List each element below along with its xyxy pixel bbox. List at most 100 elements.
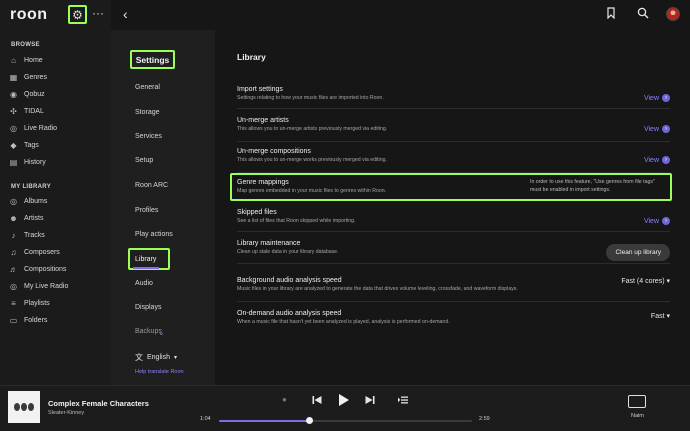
my-library-header: MY LIBRARY — [11, 184, 52, 190]
settings-row-genre-mappings: Genre mappings Map genres embedded in yo… — [237, 179, 670, 202]
previous-track-icon[interactable] — [312, 395, 322, 405]
sidebar-item-playlists[interactable]: ≡ Playlists — [9, 297, 50, 309]
background-analysis-speed-select[interactable]: Fast (4 cores) ▾ — [621, 277, 670, 285]
browse-header: BROWSE — [11, 42, 40, 48]
genre-mappings-note: In order to use this feature, "Use genre… — [530, 179, 655, 193]
artist-icon: ☻ — [9, 213, 18, 223]
sidebar-item-tidal[interactable]: ✣ TIDAL — [9, 105, 44, 117]
top-bar: ‹ — [111, 0, 690, 30]
view-skipped-files-button[interactable]: View › — [644, 217, 670, 225]
chevron-right-icon: › — [662, 217, 670, 225]
language-label: English — [147, 354, 170, 361]
radio-icon: ◎ — [10, 123, 17, 133]
sidebar-item-tags[interactable]: ◆ Tags — [9, 139, 38, 151]
bookmark-icon[interactable] — [607, 7, 615, 19]
settings-tab-audio[interactable]: Audio — [135, 280, 153, 287]
home-icon: ⌂ — [11, 55, 16, 65]
settings-tab-play-actions[interactable]: Play actions — [135, 231, 173, 238]
sidebar-item-my-live-radio[interactable]: ◎ My Live Radio — [9, 280, 68, 292]
next-track-icon[interactable] — [365, 395, 375, 405]
view-unmerge-artists-button[interactable]: View › — [644, 125, 670, 133]
settings-gear-button[interactable]: ⚙ — [68, 5, 87, 24]
sidebar-item-composers[interactable]: ♫ Composers — [9, 246, 60, 258]
settings-row-background-analysis: Background audio analysis speed Music fi… — [237, 277, 670, 302]
album-art[interactable] — [8, 391, 40, 423]
on-demand-analysis-speed-select[interactable]: Fast ▾ — [651, 312, 670, 320]
track-icon: ♪ — [11, 230, 16, 240]
chevron-left-icon: ‹ — [123, 6, 128, 22]
active-tab-indicator — [133, 267, 159, 269]
settings-tab-library[interactable]: Library — [135, 256, 156, 263]
track-title[interactable]: Complex Female Characters — [48, 399, 149, 408]
tag-icon: ◆ — [10, 140, 17, 150]
seek-bar[interactable] — [219, 417, 472, 424]
sidebar-item-folders[interactable]: ▭ Folders — [9, 314, 48, 326]
settings-tab-general[interactable]: General — [135, 84, 160, 91]
library-settings-panel: Library Import settings Settings relatin… — [215, 30, 690, 385]
chevron-right-icon: › — [662, 94, 670, 102]
translate-icon: 文 — [135, 353, 143, 362]
tidal-icon: ✣ — [10, 106, 17, 116]
chevron-down-icon[interactable]: ⌄ — [158, 328, 165, 337]
seek-progress — [219, 420, 310, 422]
settings-row-on-demand-analysis: On-demand audio analysis speed When a mu… — [237, 310, 670, 325]
playlist-icon: ≡ — [11, 298, 16, 308]
seek-handle[interactable] — [305, 417, 313, 424]
history-icon: ▤ — [9, 157, 18, 167]
gear-icon: ⚙ — [72, 7, 83, 22]
settings-tab-services[interactable]: Services — [135, 133, 162, 140]
sidebar-item-history[interactable]: ▤ History — [9, 156, 46, 168]
elapsed-time: 1:04 — [200, 416, 211, 422]
zone-name[interactable]: Naim — [631, 413, 644, 419]
sidebar-item-qobuz[interactable]: ◉ Qobuz — [9, 88, 45, 100]
back-button[interactable]: ‹ — [123, 6, 128, 22]
roon-logo: roon — [10, 6, 48, 23]
sidebar-item-artists[interactable]: ☻ Artists — [9, 212, 43, 224]
radio-icon: ◎ — [10, 281, 17, 291]
help-translate-link[interactable]: Help translate Roon — [135, 369, 184, 375]
page-title: Library — [237, 52, 266, 62]
audio-zone-icon[interactable] — [628, 395, 646, 408]
sidebar-item-tracks[interactable]: ♪ Tracks — [9, 229, 45, 241]
album-icon: ◎ — [10, 196, 17, 206]
composer-icon: ♫ — [10, 247, 17, 257]
main-sidebar: roon ⚙ ··· BROWSE ⌂ Home ▦ Genres ◉ Qobuz ✣… — [0, 0, 111, 385]
view-import-settings-button[interactable]: View › — [644, 94, 670, 102]
radio-toggle-icon[interactable]: ● — [282, 395, 287, 404]
queue-icon[interactable] — [398, 396, 408, 404]
settings-nav: Settings General Storage Services Setup … — [111, 30, 215, 385]
chevron-right-icon: › — [662, 125, 670, 133]
qobuz-icon: ◉ — [10, 89, 17, 99]
sidebar-item-albums[interactable]: ◎ Albums — [9, 195, 47, 207]
settings-title: Settings — [130, 50, 175, 69]
search-icon[interactable] — [637, 7, 649, 19]
language-selector[interactable]: 文 English ▾ — [135, 352, 177, 363]
more-options-button[interactable]: ··· — [92, 6, 104, 20]
clean-up-library-button[interactable]: Clean up library — [606, 244, 670, 261]
settings-row-skipped-files: Skipped files See a list of files that R… — [237, 209, 670, 232]
genres-icon: ▦ — [9, 72, 18, 82]
folder-icon: ▭ — [9, 315, 18, 325]
now-playing-bar: Complex Female Characters Sleater-Kinney… — [0, 385, 690, 431]
view-unmerge-compositions-button[interactable]: View › — [644, 156, 670, 164]
sidebar-item-genres[interactable]: ▦ Genres — [9, 71, 47, 83]
profile-avatar[interactable] — [666, 7, 680, 21]
settings-tab-roon-arc[interactable]: Roon ARC — [135, 182, 168, 189]
sidebar-item-live-radio[interactable]: ◎ Live Radio — [9, 122, 57, 134]
settings-tab-displays[interactable]: Displays — [135, 304, 161, 311]
composition-icon: ♬ — [9, 264, 18, 274]
sidebar-item-compositions[interactable]: ♬ Compositions — [9, 263, 67, 275]
chevron-right-icon: › — [662, 156, 670, 164]
settings-row-library-maintenance: Library maintenance Clean up stale data … — [237, 240, 670, 264]
track-artist[interactable]: Sleater-Kinney — [48, 410, 84, 416]
total-duration: 2:59 — [479, 416, 490, 422]
settings-tab-setup[interactable]: Setup — [135, 157, 153, 164]
play-icon[interactable] — [338, 393, 350, 407]
settings-row-unmerge-compositions: Un-merge compositions This allows you to… — [237, 148, 670, 173]
settings-tab-storage[interactable]: Storage — [135, 109, 160, 116]
caret-down-icon: ▾ — [173, 355, 177, 361]
sidebar-item-home[interactable]: ⌂ Home — [9, 54, 43, 66]
settings-row-import: Import settings Settings relating to how… — [237, 86, 670, 109]
settings-tab-profiles[interactable]: Profiles — [135, 207, 158, 214]
settings-row-unmerge-artists: Un-merge artists This allows you to un-m… — [237, 117, 670, 142]
